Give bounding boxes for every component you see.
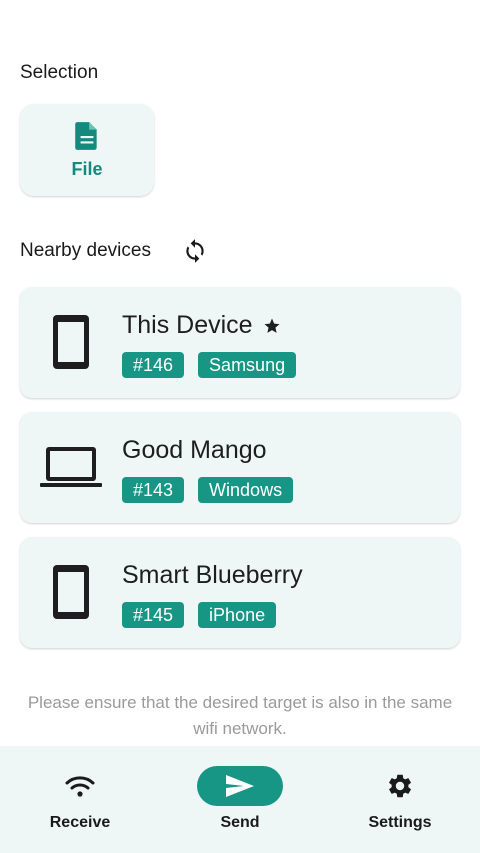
nearby-header: Nearby devices [20,237,209,265]
device-id-badge: #145 [122,602,185,628]
device-id-badge: #146 [122,352,185,378]
device-name: Good Mango [122,436,267,464]
nav-settings-label: Settings [368,814,432,831]
refresh-icon [186,239,204,263]
nearby-devices-title: Nearby devices [20,240,151,261]
network-hint: Please ensure that the desired target is… [27,693,453,738]
refresh-button[interactable] [181,237,209,265]
device-name-row: Good Mango [122,436,267,465]
bottom-navigation: Receive Send Settings [0,746,480,853]
device-type-badge: iPhone [198,602,277,628]
nav-receive-label: Receive [49,814,111,831]
selection-title: Selection [20,62,99,83]
device-card-this-device[interactable]: This Device #146 Samsung [20,287,460,398]
smartphone-icon [40,561,102,623]
file-document-icon [75,121,97,150]
star-icon [264,318,280,333]
send-icon [197,766,283,806]
device-card-smart-blueberry[interactable]: Smart Blueberry #145 iPhone [20,537,460,648]
device-id-badge: #143 [122,477,185,503]
device-name-row: This Device [122,311,281,340]
device-name-row: Smart Blueberry [122,561,303,590]
laptop-icon [40,436,102,498]
device-name: This Device [122,311,253,339]
wifi-icon [37,766,123,806]
file-select-button[interactable]: File [20,104,154,196]
device-type-badge: Windows [198,477,294,503]
nav-send-label: Send [220,814,260,831]
gear-icon [357,766,443,806]
smartphone-icon [40,311,102,373]
device-card-good-mango[interactable]: Good Mango #143 Windows [20,412,460,523]
device-type-badge: Samsung [198,352,297,378]
file-label: File [71,158,103,179]
nav-receive[interactable]: Receive [0,746,160,853]
nav-send[interactable]: Send [160,746,320,853]
device-name: Smart Blueberry [122,561,303,589]
nav-settings[interactable]: Settings [320,746,480,853]
